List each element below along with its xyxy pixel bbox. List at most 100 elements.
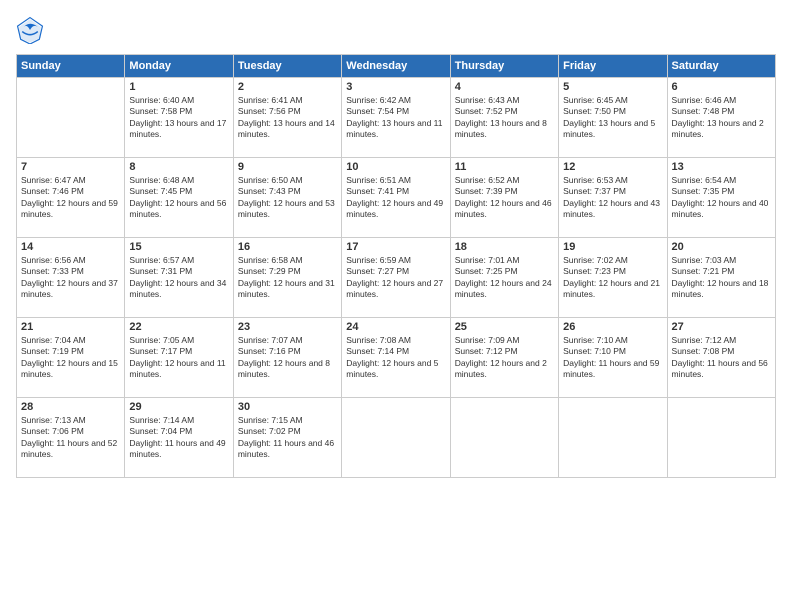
calendar-cell: 5Sunrise: 6:45 AMSunset: 7:50 PMDaylight… [559, 78, 667, 158]
day-number: 23 [238, 321, 337, 333]
day-number: 19 [563, 241, 662, 253]
day-info: Sunrise: 7:09 AMSunset: 7:12 PMDaylight:… [455, 335, 554, 381]
calendar-cell [17, 78, 125, 158]
day-info: Sunrise: 6:46 AMSunset: 7:48 PMDaylight:… [672, 95, 771, 141]
calendar-cell: 24 Sunrise: 7:08 AMSunset: 7:14 PMDayligh… [342, 318, 450, 398]
day-number: 8 [129, 161, 228, 173]
calendar-cell: 22 Sunrise: 7:05 AMSunset: 7:17 PMDayligh… [125, 318, 233, 398]
calendar-cell: 6 Sunrise: 6:46 AMSunset: 7:48 PMDaylight… [667, 78, 775, 158]
day-number: 6 [672, 81, 771, 93]
weekday-header-friday: Friday [559, 55, 667, 78]
calendar-week-row: 28Sunrise: 7:13 AMSunset: 7:06 PMDayligh… [17, 398, 776, 478]
calendar-cell [559, 398, 667, 478]
day-info: Sunrise: 6:48 AMSunset: 7:45 PMDaylight:… [129, 175, 228, 221]
calendar-cell: 28Sunrise: 7:13 AMSunset: 7:06 PMDayligh… [17, 398, 125, 478]
day-info: Sunrise: 6:45 AMSunset: 7:50 PMDaylight:… [563, 95, 662, 141]
calendar-week-row: 14 Sunrise: 6:56 AMSunset: 7:33 PMDayligh… [17, 238, 776, 318]
calendar-cell: 23 Sunrise: 7:07 AMSunset: 7:16 PMDayligh… [233, 318, 341, 398]
day-info: Sunrise: 7:02 AMSunset: 7:23 PMDaylight:… [563, 255, 662, 301]
calendar-cell: 13 Sunrise: 6:54 AMSunset: 7:35 PMDayligh… [667, 158, 775, 238]
day-info: Sunrise: 6:54 AMSunset: 7:35 PMDaylight:… [672, 175, 771, 221]
day-info: Sunrise: 6:47 AMSunset: 7:46 PMDaylight:… [21, 175, 120, 221]
day-number: 30 [238, 401, 337, 413]
day-info: Sunrise: 6:53 AMSunset: 7:37 PMDaylight:… [563, 175, 662, 221]
day-number: 27 [672, 321, 771, 333]
calendar-cell: 18 Sunrise: 7:01 AMSunset: 7:25 PMDayligh… [450, 238, 558, 318]
day-info: Sunrise: 6:51 AMSunset: 7:41 PMDaylight:… [346, 175, 445, 221]
calendar-cell: 9 Sunrise: 6:50 AMSunset: 7:43 PMDaylight… [233, 158, 341, 238]
weekday-header-wednesday: Wednesday [342, 55, 450, 78]
day-info: Sunrise: 7:07 AMSunset: 7:16 PMDaylight:… [238, 335, 337, 381]
day-number: 21 [21, 321, 120, 333]
calendar-cell [450, 398, 558, 478]
day-info: Sunrise: 6:40 AMSunset: 7:58 PMDaylight:… [129, 95, 228, 141]
calendar-week-row: 1 Sunrise: 6:40 AMSunset: 7:58 PMDaylight… [17, 78, 776, 158]
calendar-cell: 16 Sunrise: 6:58 AMSunset: 7:29 PMDayligh… [233, 238, 341, 318]
day-number: 2 [238, 81, 337, 93]
calendar-cell: 3 Sunrise: 6:42 AMSunset: 7:54 PMDaylight… [342, 78, 450, 158]
day-info: Sunrise: 6:43 AMSunset: 7:52 PMDaylight:… [455, 95, 554, 141]
calendar-cell: 25 Sunrise: 7:09 AMSunset: 7:12 PMDayligh… [450, 318, 558, 398]
day-number: 1 [129, 81, 228, 93]
calendar-week-row: 7 Sunrise: 6:47 AMSunset: 7:46 PMDaylight… [17, 158, 776, 238]
calendar-cell [667, 398, 775, 478]
day-number: 11 [455, 161, 554, 173]
calendar-table: SundayMondayTuesdayWednesdayThursdayFrid… [16, 54, 776, 478]
day-info: Sunrise: 7:13 AMSunset: 7:06 PMDaylight:… [21, 415, 120, 461]
day-number: 7 [21, 161, 120, 173]
day-number: 24 [346, 321, 445, 333]
calendar-cell: 1 Sunrise: 6:40 AMSunset: 7:58 PMDaylight… [125, 78, 233, 158]
day-info: Sunrise: 6:59 AMSunset: 7:27 PMDaylight:… [346, 255, 445, 301]
day-number: 17 [346, 241, 445, 253]
calendar-cell: 4 Sunrise: 6:43 AMSunset: 7:52 PMDaylight… [450, 78, 558, 158]
day-number: 14 [21, 241, 120, 253]
day-number: 12 [563, 161, 662, 173]
calendar-cell: 19 Sunrise: 7:02 AMSunset: 7:23 PMDayligh… [559, 238, 667, 318]
day-number: 10 [346, 161, 445, 173]
day-info: Sunrise: 6:57 AMSunset: 7:31 PMDaylight:… [129, 255, 228, 301]
day-info: Sunrise: 7:14 AMSunset: 7:04 PMDaylight:… [129, 415, 228, 461]
calendar-cell: 7 Sunrise: 6:47 AMSunset: 7:46 PMDaylight… [17, 158, 125, 238]
day-info: Sunrise: 7:15 AMSunset: 7:02 PMDaylight:… [238, 415, 337, 461]
day-info: Sunrise: 6:41 AMSunset: 7:56 PMDaylight:… [238, 95, 337, 141]
weekday-header-sunday: Sunday [17, 55, 125, 78]
calendar-cell: 10 Sunrise: 6:51 AMSunset: 7:41 PMDayligh… [342, 158, 450, 238]
calendar-cell: 26 Sunrise: 7:10 AMSunset: 7:10 PMDayligh… [559, 318, 667, 398]
day-number: 15 [129, 241, 228, 253]
day-number: 25 [455, 321, 554, 333]
day-number: 13 [672, 161, 771, 173]
day-number: 16 [238, 241, 337, 253]
day-number: 29 [129, 401, 228, 413]
day-info: Sunrise: 6:50 AMSunset: 7:43 PMDaylight:… [238, 175, 337, 221]
weekday-header-thursday: Thursday [450, 55, 558, 78]
day-info: Sunrise: 7:04 AMSunset: 7:19 PMDaylight:… [21, 335, 120, 381]
calendar-cell: 20Sunrise: 7:03 AMSunset: 7:21 PMDayligh… [667, 238, 775, 318]
day-info: Sunrise: 6:52 AMSunset: 7:39 PMDaylight:… [455, 175, 554, 221]
day-info: Sunrise: 7:01 AMSunset: 7:25 PMDaylight:… [455, 255, 554, 301]
calendar-cell: 12 Sunrise: 6:53 AMSunset: 7:37 PMDayligh… [559, 158, 667, 238]
day-info: Sunrise: 6:42 AMSunset: 7:54 PMDaylight:… [346, 95, 445, 141]
logo-icon [16, 16, 44, 44]
calendar-cell: 11 Sunrise: 6:52 AMSunset: 7:39 PMDayligh… [450, 158, 558, 238]
day-number: 4 [455, 81, 554, 93]
day-info: Sunrise: 7:03 AMSunset: 7:21 PMDaylight:… [672, 255, 771, 301]
page-header [16, 16, 776, 44]
day-info: Sunrise: 7:08 AMSunset: 7:14 PMDaylight:… [346, 335, 445, 381]
day-info: Sunrise: 6:56 AMSunset: 7:33 PMDaylight:… [21, 255, 120, 301]
calendar-cell [342, 398, 450, 478]
day-number: 22 [129, 321, 228, 333]
day-number: 9 [238, 161, 337, 173]
day-info: Sunrise: 7:05 AMSunset: 7:17 PMDaylight:… [129, 335, 228, 381]
weekday-header-tuesday: Tuesday [233, 55, 341, 78]
day-number: 3 [346, 81, 445, 93]
calendar-week-row: 21 Sunrise: 7:04 AMSunset: 7:19 PMDayligh… [17, 318, 776, 398]
day-number: 18 [455, 241, 554, 253]
logo [16, 16, 48, 44]
calendar-cell: 15 Sunrise: 6:57 AMSunset: 7:31 PMDayligh… [125, 238, 233, 318]
day-info: Sunrise: 7:10 AMSunset: 7:10 PMDaylight:… [563, 335, 662, 381]
day-info: Sunrise: 7:12 AMSunset: 7:08 PMDaylight:… [672, 335, 771, 381]
calendar-cell: 21 Sunrise: 7:04 AMSunset: 7:19 PMDayligh… [17, 318, 125, 398]
weekday-header-monday: Monday [125, 55, 233, 78]
day-number: 26 [563, 321, 662, 333]
day-info: Sunrise: 6:58 AMSunset: 7:29 PMDaylight:… [238, 255, 337, 301]
